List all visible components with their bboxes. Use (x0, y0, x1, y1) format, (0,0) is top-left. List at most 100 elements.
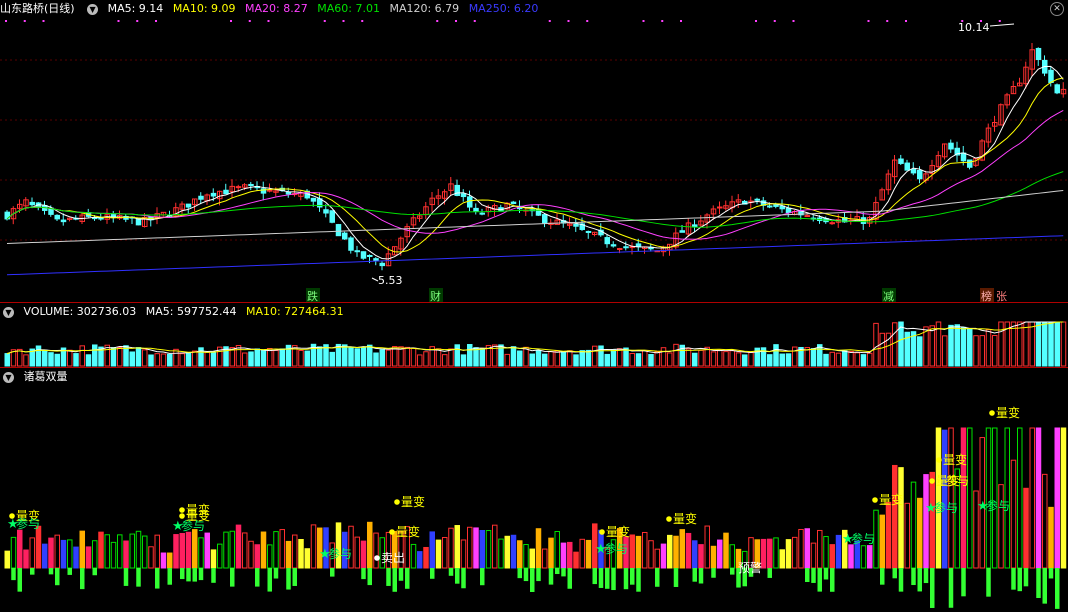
candle-body (960, 152, 967, 162)
volume-bar (717, 349, 723, 367)
volume-bar (635, 353, 642, 367)
volume-panel[interactable]: ▼ VOLUME: 302736.03 MA5: 597752.44 MA10:… (0, 303, 1068, 367)
indicator-bar (523, 544, 529, 569)
candlestick-chart[interactable]: 10.14 5.53 跌 财 减 榜张 (0, 0, 1068, 302)
indicator-bar (992, 427, 998, 569)
indicator-negative-bar (655, 568, 660, 587)
indicator-bar (54, 534, 60, 569)
candle-body (773, 204, 779, 207)
volume-value: VOLUME: 302736.03 (23, 305, 137, 318)
indicator-bar (79, 530, 85, 569)
close-icon[interactable]: ✕ (1050, 2, 1064, 16)
ma20-value: MA20: 8.27 (245, 2, 308, 15)
volume-bar (523, 346, 529, 367)
candle-body (717, 206, 723, 209)
volume-bar (467, 344, 473, 367)
indicator-bar (242, 532, 248, 569)
candle-body (948, 142, 954, 150)
volume-bar (160, 353, 167, 367)
volume-bar (835, 352, 842, 367)
volume-bar (67, 349, 73, 367)
signal-dot (455, 20, 457, 22)
chevron-down-icon[interactable]: ▼ (3, 306, 14, 318)
indicator-bar (948, 427, 954, 569)
chevron-down-icon[interactable]: ▼ (3, 371, 14, 383)
signal-label-16: 参与 (945, 473, 969, 488)
volume-bar (192, 350, 198, 367)
volume-bar (135, 347, 142, 367)
signal-dot (230, 20, 232, 22)
indicator-bar (417, 551, 423, 569)
volume-bar (710, 351, 717, 367)
indicator-negative-bar (1017, 568, 1022, 592)
volume-bar (279, 348, 285, 367)
volume-bar (942, 335, 948, 367)
indicator-bar (23, 549, 29, 569)
candle-body (348, 237, 354, 251)
indicator-bar (917, 497, 923, 569)
indicator-bar (967, 427, 973, 569)
indicator-bar (485, 530, 492, 569)
indicator-bar (935, 427, 942, 569)
indicator-bar (410, 543, 417, 569)
indicator-bar (835, 534, 842, 569)
candle-body (460, 193, 467, 198)
volume-bar (92, 344, 98, 367)
indicator-bar (223, 531, 229, 569)
indicator-negative-bar (880, 568, 885, 585)
indicator-bar (429, 531, 435, 569)
signal-label-17: 参与 (934, 500, 958, 515)
volume-bar (660, 347, 667, 367)
indicator-bar (548, 537, 554, 569)
indicator-bar (823, 536, 829, 569)
indicator-bar (248, 540, 254, 569)
signal-dot (117, 20, 120, 22)
signal-dot-icon (374, 555, 380, 561)
indicator-negative-bar (923, 568, 929, 584)
volume-bar (842, 350, 848, 367)
candle-body (367, 254, 373, 257)
signal-label-4: 参与 (181, 518, 205, 533)
indicator-negative-bar (55, 568, 60, 586)
indicator-bar (542, 548, 548, 569)
indicator-bar (767, 538, 773, 569)
indicator-negative-bar (230, 568, 235, 587)
signal-dot-icon (179, 513, 185, 519)
indicator-bar (985, 427, 992, 569)
indicator-panel[interactable]: 量变 ★ 参与 量变 量变 ★ 参与 量变 量变 ★ 参与 卖出 量变 ★ 参与 量变 ★ 参与 量变 量变 量变 参与 ★… (0, 368, 1068, 612)
price-chart-panel[interactable]: 10.14 5.53 跌 财 减 榜张 山东路桥(日线) ▼ MA5: 9.14 MA10… (0, 0, 1068, 302)
indicator-bar (1010, 459, 1017, 569)
indicator-bar (167, 552, 173, 569)
signal-dot-icon (872, 497, 878, 503)
indicator-negative-bar (192, 568, 197, 582)
indicator-bar (92, 540, 98, 569)
indicator-negative-bar (948, 568, 954, 608)
candle-body (235, 186, 242, 189)
indicator-bar (285, 540, 292, 569)
indicator-negative-bar (630, 568, 635, 585)
volume-bar (735, 352, 742, 367)
signal-label-12: 参与 (851, 531, 875, 546)
chevron-down-icon[interactable]: ▼ (87, 3, 99, 15)
indicator-negative-bar (430, 568, 435, 579)
indicator-bar (229, 530, 235, 569)
indicator-bar (635, 535, 642, 569)
volume-bar (242, 352, 248, 367)
signal-label-19: 量变 (996, 405, 1020, 420)
candle-body (335, 224, 342, 237)
volume-bar (354, 348, 360, 367)
indicator-chart[interactable]: 量变★参与量变量变★参与量变量变★参与 卖出量变★参与量变★参与量变量变量变参与★… (0, 368, 1068, 612)
volume-bar (542, 353, 548, 367)
indicator-negative-bar (561, 568, 566, 577)
signal-dot (755, 20, 757, 22)
indicator-bar (829, 544, 835, 569)
candle-body (473, 207, 479, 212)
candle-body (898, 158, 904, 164)
indicator-negative-bar (805, 568, 810, 583)
indicator-negative-bar (730, 568, 735, 575)
volume-bar (142, 349, 148, 367)
indicator-bar (179, 532, 185, 569)
signal-label-11: 量变 (673, 511, 697, 526)
volume-bar (210, 351, 217, 367)
indicator-negative-bar (830, 568, 835, 592)
